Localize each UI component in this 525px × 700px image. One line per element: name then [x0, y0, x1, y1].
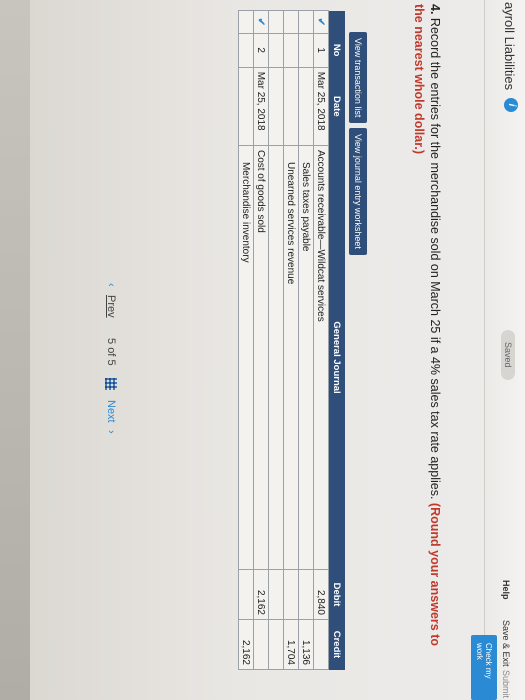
credit-amount[interactable]: 2,162	[238, 619, 254, 670]
check-icon	[283, 10, 299, 34]
credit-amount[interactable]	[268, 619, 284, 670]
debit-amount[interactable]: 2,162	[253, 569, 269, 620]
question-prompt: Record the entries for the merchandise s…	[428, 17, 442, 500]
entry-date	[238, 67, 254, 146]
table-row[interactable]: Unearned services revenue 1,704	[283, 10, 299, 670]
entry-date	[268, 67, 284, 146]
page-total: 5	[105, 359, 117, 366]
entry-number	[268, 33, 284, 68]
debit-amount[interactable]	[283, 569, 299, 620]
account-name[interactable]: Cost of goods sold	[253, 145, 269, 570]
top-bar: ayroll Liabilities i Saved Help Save & E…	[471, 0, 525, 700]
account-name[interactable]: Sales taxes payable	[298, 145, 314, 570]
credit-amount[interactable]: 1,704	[283, 619, 299, 670]
no-column-header: No	[328, 33, 345, 68]
account-name[interactable]: Unearned services revenue	[283, 145, 299, 570]
view-journal-worksheet-button[interactable]: View journal entry worksheet	[349, 128, 367, 255]
credit-amount[interactable]	[313, 619, 329, 670]
debit-column-header: Debit	[328, 569, 345, 620]
assignment-title: ayroll Liabilities	[502, 2, 517, 91]
account-name[interactable]: Merchandise inventory	[238, 145, 254, 570]
entry-number: 1	[313, 33, 329, 68]
save-exit-link[interactable]: Save & Exit	[501, 620, 511, 667]
check-icon	[298, 10, 314, 34]
page-current: 5	[105, 338, 117, 345]
table-row[interactable]: Merchandise inventory 2,162	[238, 10, 254, 670]
account-column-header: General Journal	[328, 145, 345, 570]
entry-date	[283, 67, 299, 146]
table-row[interactable]: Sales taxes payable 1,136	[298, 10, 314, 670]
entry-number	[298, 33, 314, 68]
debit-amount[interactable]	[238, 569, 254, 620]
check-icon: ✔	[313, 10, 329, 34]
table-header-row: No Date General Journal Debit Credit	[328, 10, 345, 670]
page-indicator: 5 of 5	[105, 338, 117, 366]
credit-amount[interactable]: 1,136	[298, 619, 314, 670]
grid-icon[interactable]	[105, 378, 117, 390]
rotated-screen: ayroll Liabilities i Saved Help Save & E…	[0, 0, 525, 700]
submit-link[interactable]: Submit	[501, 670, 511, 698]
credit-column-header: Credit	[328, 619, 345, 670]
check-column-header	[328, 10, 345, 34]
entry-date: Mar 25, 2018	[253, 67, 269, 146]
debit-amount[interactable]	[268, 569, 284, 620]
date-column-header: Date	[328, 67, 345, 146]
check-my-work-button[interactable]: Check my work	[471, 635, 497, 700]
info-icon[interactable]: i	[504, 98, 518, 112]
view-transaction-list-button[interactable]: View transaction list	[349, 32, 367, 124]
next-button[interactable]: Next	[105, 400, 117, 423]
question-text: 4. Record the entries for the merchandis…	[411, 4, 443, 664]
entry-number: 2	[253, 33, 269, 68]
entry-date: Mar 25, 2018	[313, 67, 329, 146]
chevron-right-icon[interactable]: ›	[105, 430, 117, 434]
debit-amount[interactable]: 2,840	[313, 569, 329, 620]
question-number: 4.	[428, 4, 442, 15]
debit-amount[interactable]	[298, 569, 314, 620]
account-name[interactable]: Accounts receivable—Wildcat services	[313, 145, 329, 570]
table-row[interactable]	[268, 10, 284, 670]
account-name[interactable]	[268, 145, 284, 570]
general-journal-table: No Date General Journal Debit Credit ✔ 1…	[238, 10, 345, 670]
entry-date	[298, 67, 314, 146]
check-icon	[268, 10, 284, 34]
page-of-label: of	[105, 347, 117, 357]
credit-amount[interactable]	[253, 619, 269, 670]
entry-number	[283, 33, 299, 68]
check-icon	[238, 10, 254, 34]
check-icon: ✔	[253, 10, 269, 34]
entry-number	[238, 33, 254, 68]
table-row[interactable]: ✔ 1 Mar 25, 2018 Accounts receivable—Wil…	[313, 10, 329, 670]
prev-button[interactable]: Prev	[105, 295, 117, 318]
table-row[interactable]: ✔ 2 Mar 25, 2018 Cost of goods sold 2,16…	[253, 10, 269, 670]
help-link[interactable]: Help	[501, 580, 511, 600]
chevron-left-icon[interactable]: ‹	[105, 283, 117, 287]
saved-status-badge: Saved	[501, 330, 515, 380]
taskbar	[0, 0, 30, 700]
